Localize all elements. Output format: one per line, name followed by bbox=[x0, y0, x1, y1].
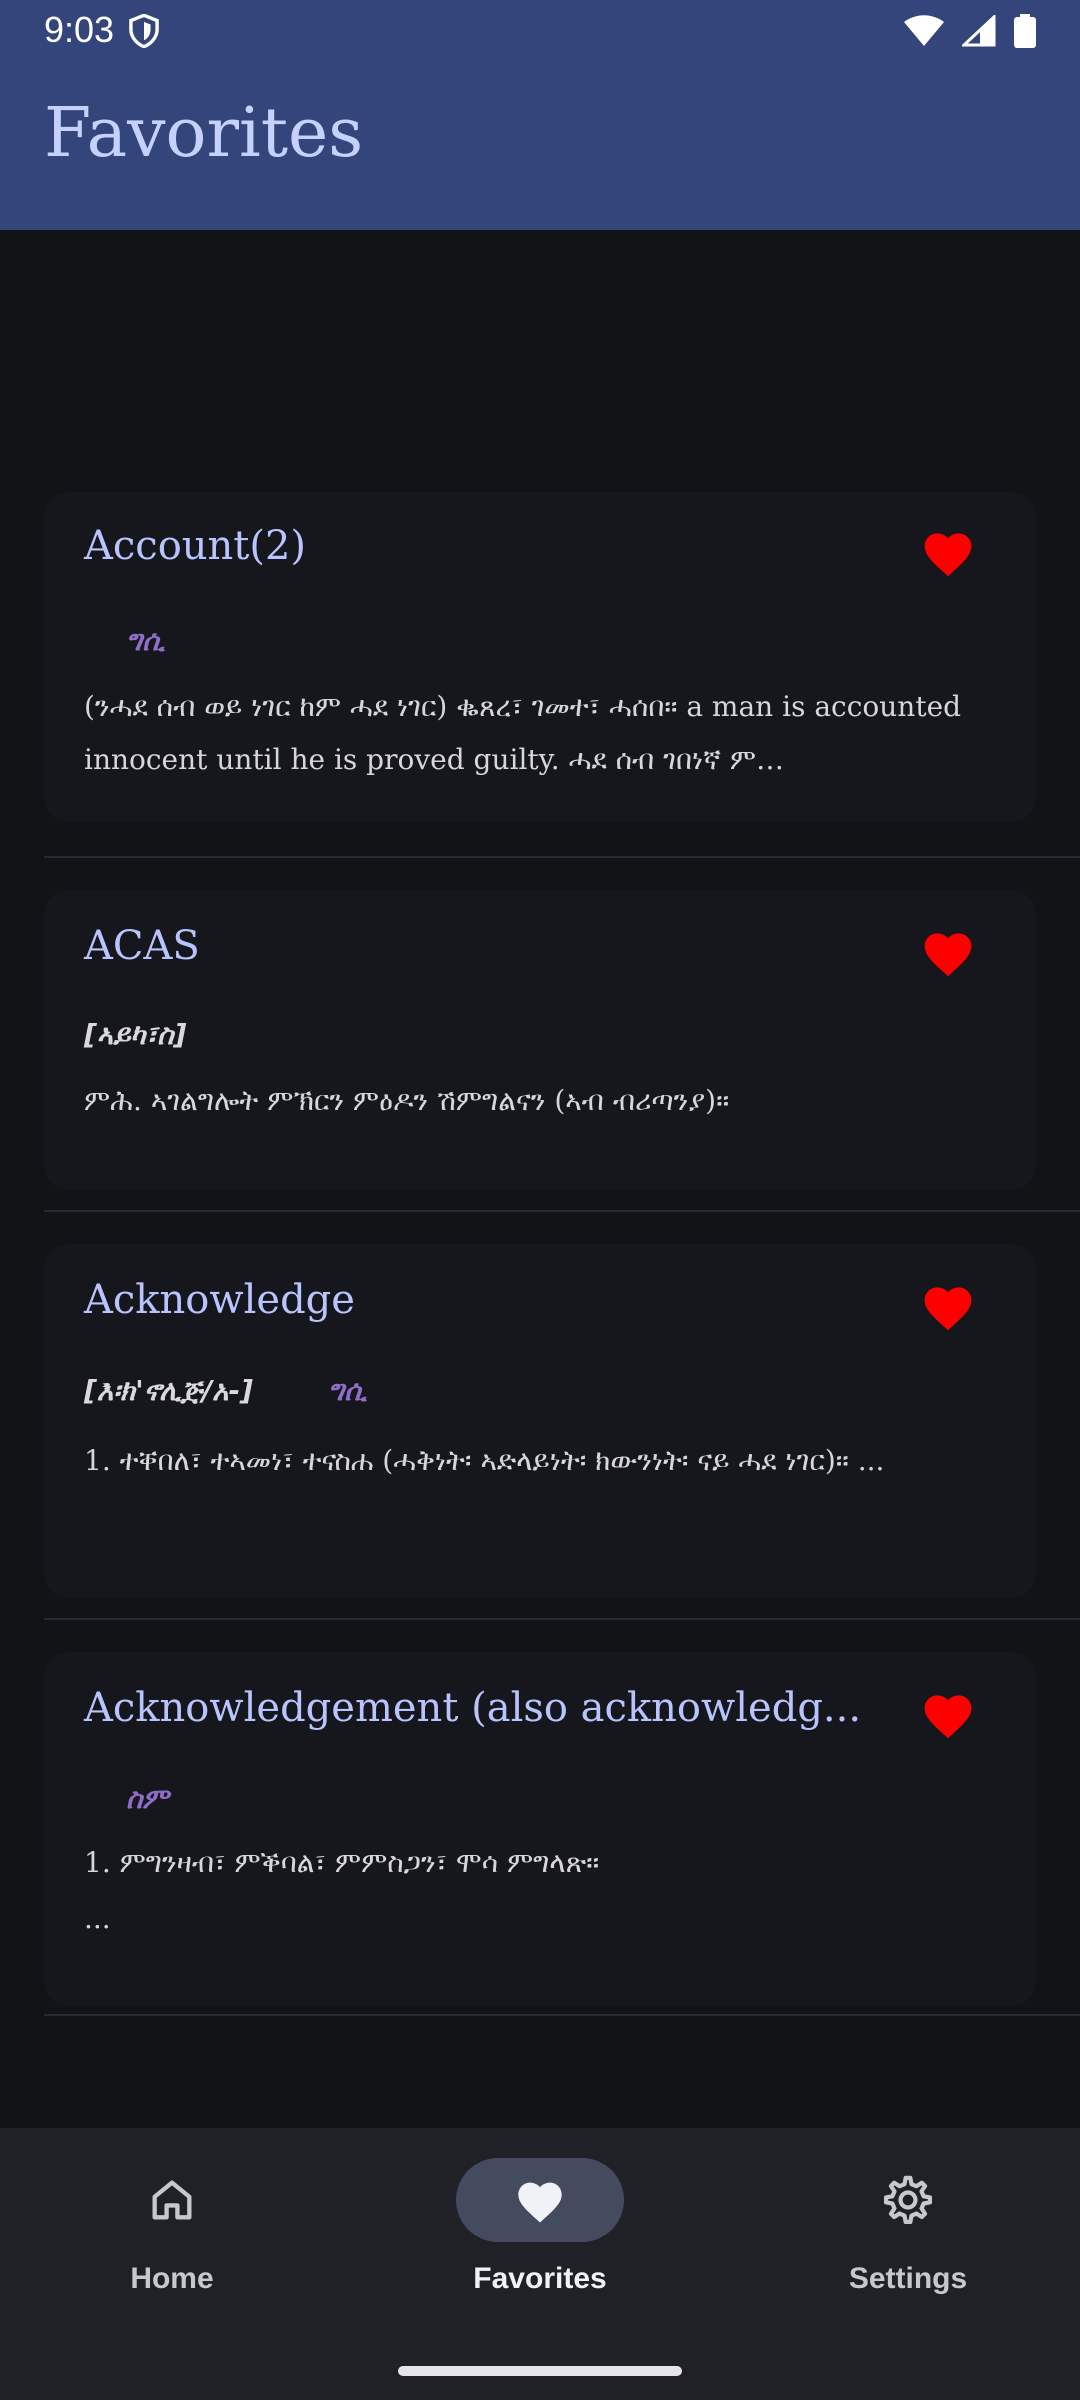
wifi-icon bbox=[904, 15, 944, 52]
entry-definition: (ንሓደ ሰብ ወይ ነገር ከም ሓደ ነገር) ቈጸረ፣ ገመተ፣ ሓሰበ።… bbox=[84, 690, 962, 776]
page-title: Favorites bbox=[44, 94, 364, 173]
divider bbox=[44, 2014, 1080, 2016]
pronunciation: [ኣይካ፣ስ] bbox=[84, 1018, 187, 1051]
entry-definition: 1. ተቐበለ፣ ተኣመነ፣ ተናስሐ (ሓቅነት፡ ኣድላይነት፡ ክውንነት… bbox=[84, 1444, 885, 1477]
app-bar: Favorites bbox=[0, 60, 1080, 230]
entry-word: Acknowledge bbox=[84, 1277, 355, 1323]
heart-icon[interactable] bbox=[920, 926, 976, 978]
part-of-speech: ግሲ bbox=[328, 1374, 367, 1407]
entry-word: Acknowledgement (also acknowledg... bbox=[84, 1685, 862, 1731]
divider bbox=[44, 856, 1080, 858]
battery-icon bbox=[1014, 14, 1036, 53]
list-item[interactable]: Acknowledgement (also acknowledg... ስም 1… bbox=[44, 1652, 1036, 2006]
divider bbox=[44, 1210, 1080, 1212]
divider bbox=[44, 1618, 1080, 1620]
shield-icon bbox=[128, 13, 160, 53]
status-time: 9:03 bbox=[44, 9, 115, 50]
home-icon bbox=[88, 2158, 256, 2242]
part-of-speech: ግሲ bbox=[126, 624, 165, 657]
heart-icon bbox=[456, 2158, 624, 2242]
nav-favorites[interactable]: Favorites bbox=[440, 2158, 640, 2296]
cell-signal-icon bbox=[960, 13, 996, 52]
nav-favorites-label: Favorites bbox=[473, 2262, 607, 2295]
bottom-nav: Home Favorites Settings bbox=[0, 2128, 1080, 2400]
heart-icon[interactable] bbox=[920, 1280, 976, 1332]
part-of-speech: ስም bbox=[126, 1782, 169, 1815]
gear-icon bbox=[824, 2158, 992, 2242]
list-item[interactable]: Acknowledge [እ፡ክ'ኖሊጅ/አ-] ግሲ 1. ተቐበለ፣ ተኣመ… bbox=[44, 1244, 1036, 1598]
heart-icon[interactable] bbox=[920, 526, 976, 578]
nav-home-label: Home bbox=[130, 2262, 214, 2295]
list-item[interactable]: Account(2) ግሲ (ንሓደ ሰብ ወይ ነገር ከም ሓደ ነገር) … bbox=[44, 492, 1036, 822]
status-bar: 9:03 bbox=[0, 0, 1080, 60]
nav-settings-label: Settings bbox=[848, 2262, 968, 2295]
entry-word: ACAS bbox=[84, 923, 200, 969]
pronunciation: [እ፡ክ'ኖሊጅ/አ-] bbox=[84, 1374, 253, 1407]
list-item[interactable]: ACAS [ኣይካ፣ስ] ምሕ. ኣገልግሎት ምኽርን ምዕዶን ሽምግልናን… bbox=[44, 890, 1036, 1190]
nav-home[interactable]: Home bbox=[72, 2158, 272, 2296]
entry-definition: ምሕ. ኣገልግሎት ምኽርን ምዕዶን ሽምግልናን (ኣብ ብሪጣንያ)። bbox=[84, 1084, 730, 1117]
entry-word: Account(2) bbox=[84, 523, 307, 569]
nav-settings[interactable]: Settings bbox=[808, 2158, 1008, 2296]
entry-definition: 1. ምግንዛብ፣ ምቕባል፣ ምምስጋን፣ ሞሳ ምግላጽ። bbox=[84, 1846, 600, 1879]
heart-icon[interactable] bbox=[920, 1688, 976, 1740]
gesture-handle[interactable] bbox=[398, 2366, 682, 2376]
entry-definition-more: ... bbox=[84, 1902, 111, 1935]
